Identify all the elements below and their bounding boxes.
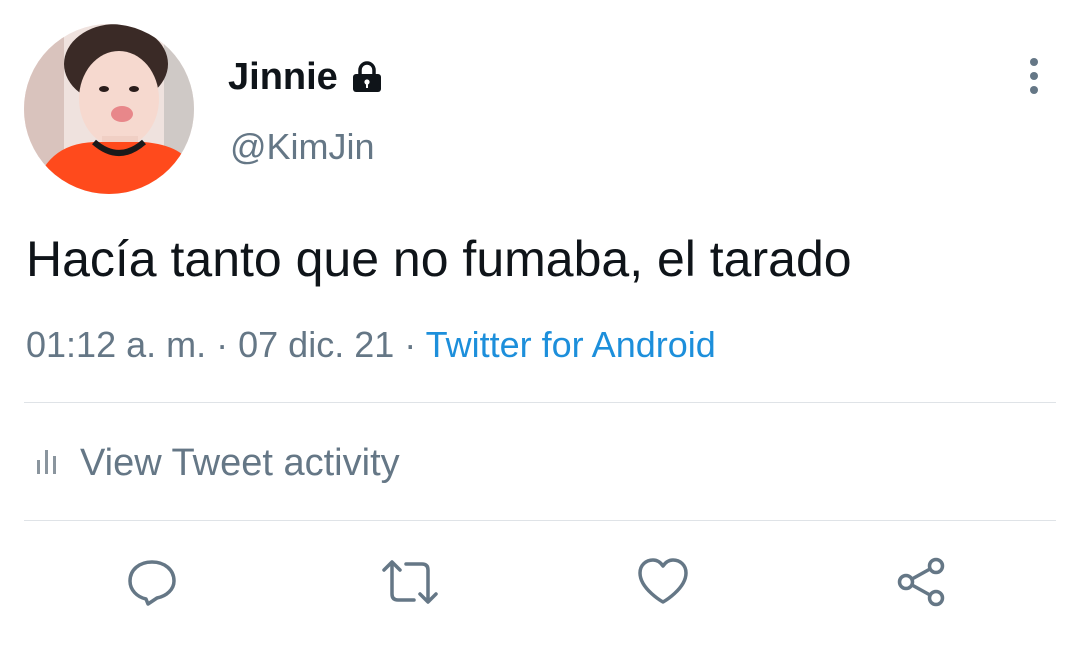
share-icon[interactable] (894, 556, 946, 608)
tweet-meta: 01:12 a. m. · 07 dic. 21 · Twitter for A… (26, 322, 716, 368)
lock-icon (350, 60, 384, 94)
view-tweet-activity-label: View Tweet activity (80, 442, 400, 484)
display-name[interactable]: Jinnie (228, 55, 384, 99)
more-vertical-icon[interactable] (1016, 56, 1052, 96)
user-handle[interactable]: @KimJin (230, 126, 375, 168)
avatar-photo (24, 24, 194, 194)
divider (24, 520, 1056, 521)
tweet-time[interactable]: 01:12 a. m. (26, 324, 206, 365)
retweet-icon[interactable] (380, 556, 438, 608)
tweet-text: Hacía tanto que no fumaba, el tarado (26, 231, 852, 287)
view-tweet-activity-button[interactable]: View Tweet activity (34, 438, 400, 488)
tweet-source-link[interactable]: Twitter for Android (426, 324, 716, 365)
reply-icon[interactable] (126, 556, 178, 608)
tweet-date[interactable]: 07 dic. 21 (238, 324, 394, 365)
bar-chart-icon (34, 446, 60, 481)
meta-separator: · (216, 324, 229, 365)
meta-separator: · (404, 324, 417, 365)
display-name-text: Jinnie (228, 56, 338, 98)
divider (24, 402, 1056, 403)
avatar[interactable] (24, 24, 194, 194)
like-icon[interactable] (636, 556, 688, 608)
